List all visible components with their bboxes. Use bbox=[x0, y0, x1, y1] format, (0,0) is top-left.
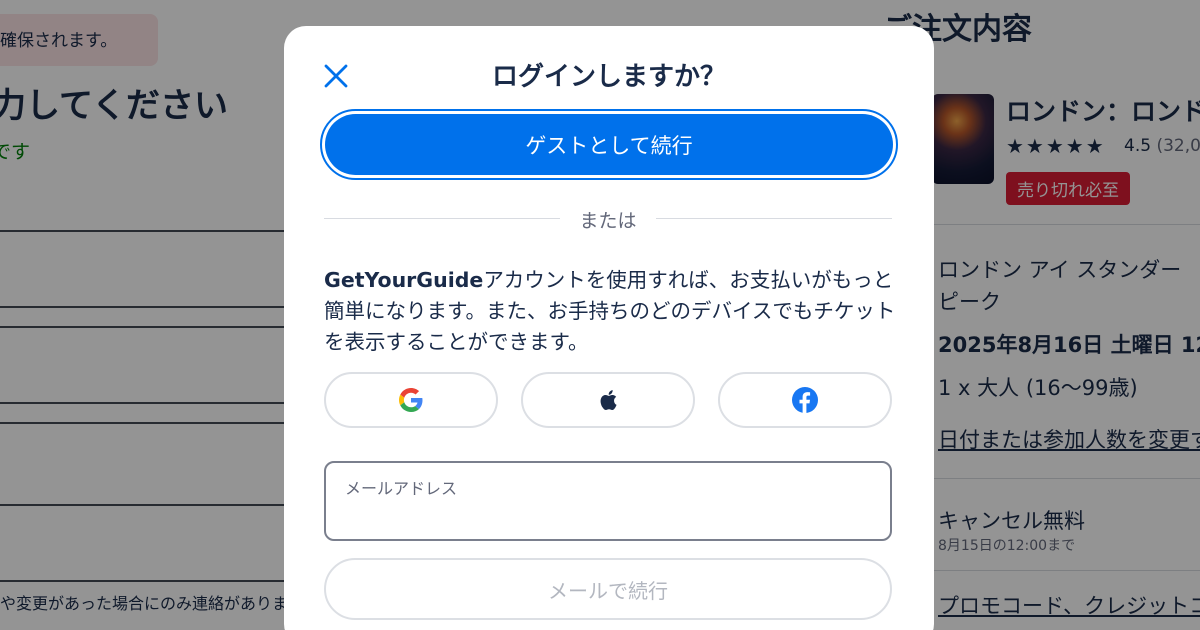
divider-text: または bbox=[579, 210, 637, 232]
apple-login-button[interactable] bbox=[521, 372, 695, 428]
divider-line bbox=[656, 218, 892, 219]
google-icon bbox=[399, 388, 423, 412]
modal-title: ログインしますか？ bbox=[491, 62, 726, 92]
brand-name: GetYourGuide bbox=[324, 268, 484, 292]
facebook-icon bbox=[792, 387, 818, 413]
guest-button-label: ゲストとして続行 bbox=[325, 114, 893, 175]
email-field[interactable]: メールアドレス bbox=[324, 461, 892, 541]
continue-with-email-button[interactable]: メールで続行 bbox=[324, 558, 892, 620]
login-modal: ログインしますか？ ゲストとして続行 または GetYourGuideアカウント… bbox=[284, 26, 934, 630]
apple-icon bbox=[600, 390, 617, 411]
or-divider: または bbox=[324, 204, 892, 232]
email-field-label: メールアドレス bbox=[345, 479, 458, 498]
facebook-login-button[interactable] bbox=[718, 372, 892, 428]
email-input[interactable] bbox=[345, 503, 865, 531]
google-login-button[interactable] bbox=[324, 372, 498, 428]
account-benefit-text: GetYourGuideアカウントを使用すれば、お支払いがもっと簡単になります。… bbox=[324, 265, 898, 358]
continue-as-guest-button[interactable]: ゲストとして続行 bbox=[320, 109, 898, 180]
